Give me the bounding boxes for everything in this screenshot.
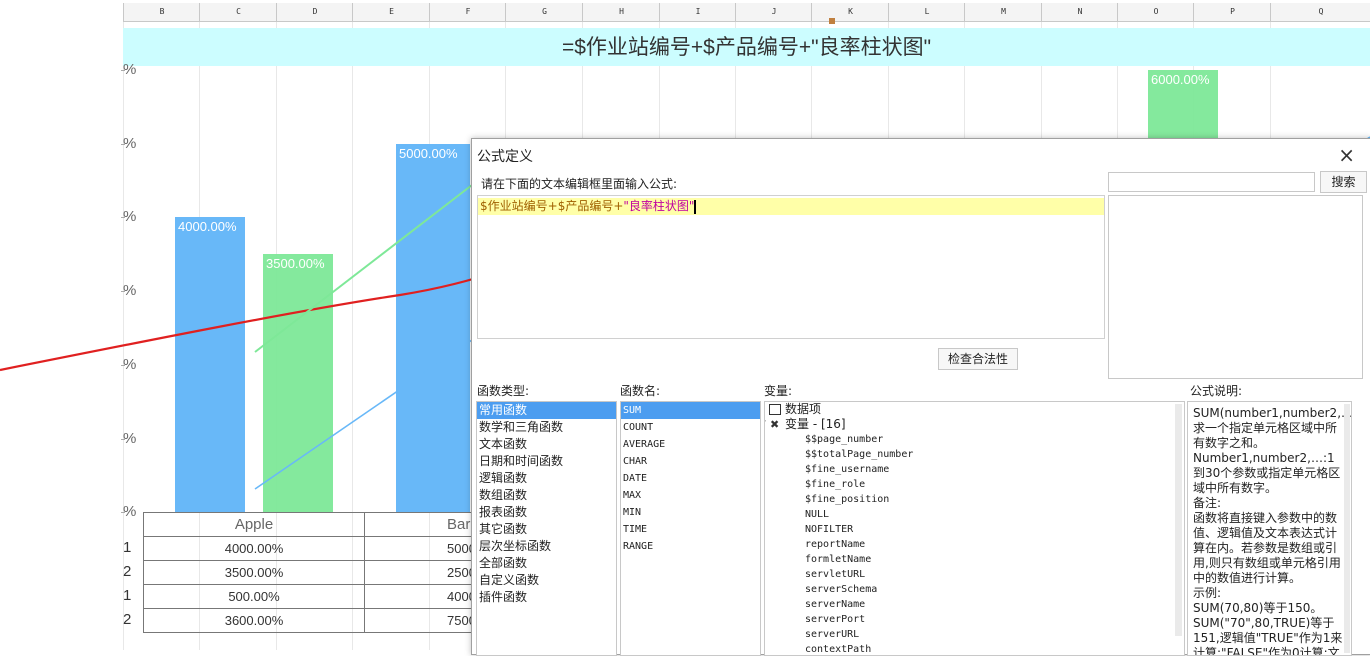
formula-description-label: 公式说明:	[1190, 384, 1243, 398]
variable-scrollbar[interactable]	[1175, 404, 1182, 636]
formula-variable: $产品编号	[557, 199, 614, 213]
variable-item[interactable]: serverSchema	[765, 582, 1184, 597]
expand-arrow-icon[interactable]: ▼	[765, 417, 766, 432]
table-cell[interactable]: 4000.00%	[143, 536, 365, 561]
function-name-label: 函数名:	[620, 384, 661, 398]
table-cell[interactable]: 500.00%	[143, 584, 365, 609]
function-name-list[interactable]: SUM COUNT AVERAGE CHAR DATE MAX MIN TIME RANGE	[620, 401, 761, 656]
function-type-item[interactable]: 逻辑函数	[477, 470, 616, 487]
function-type-item[interactable]: 自定义函数	[477, 572, 616, 589]
formula-string: "良率柱状图"	[623, 199, 695, 213]
variable-item[interactable]: NOFILTER	[765, 522, 1184, 537]
function-name-item[interactable]: CHAR	[621, 453, 760, 470]
variable-item[interactable]: contextPath	[765, 642, 1184, 655]
description-scrollbar[interactable]	[1344, 404, 1350, 653]
table-icon	[769, 404, 781, 415]
table-row-label: 2	[123, 611, 132, 628]
variable-item[interactable]: $$totalPage_number	[765, 447, 1184, 462]
tree-node-label: 数据项	[785, 402, 822, 416]
description-line: SUM("70",80,TRUE)等于151,逻辑值"TRUE"作为1来计算;"…	[1193, 616, 1343, 656]
function-type-item[interactable]: 报表函数	[477, 504, 616, 521]
description-line: SUM(number1,number2,…):求一个指定单元格区域中所有数字之和…	[1193, 406, 1352, 450]
dialog-title: 公式定义	[477, 149, 533, 165]
variable-group-icon: ✖	[770, 418, 780, 431]
formula-variable: $作业站编号	[480, 199, 548, 213]
formula-definition-dialog: 公式定义 × 请在下面的文本编辑框里面输入公式: $作业站编号+$产品编号+"良…	[471, 138, 1370, 656]
function-type-item[interactable]: 文本函数	[477, 436, 616, 453]
function-search-input[interactable]	[1108, 172, 1315, 192]
variable-item[interactable]: serverPort	[765, 612, 1184, 627]
table-header-cell: Apple	[143, 512, 365, 537]
function-type-item[interactable]: 常用函数	[477, 402, 616, 419]
function-name-item[interactable]: MAX	[621, 487, 760, 504]
variable-item[interactable]: formletName	[765, 552, 1184, 567]
description-line: 示例:	[1193, 586, 1222, 600]
search-button[interactable]: 搜索	[1320, 171, 1367, 193]
function-type-item[interactable]: 数组函数	[477, 487, 616, 504]
formula-prompt-label: 请在下面的文本编辑框里面输入公式:	[481, 177, 678, 191]
formula-description-box: SUM(number1,number2,…):求一个指定单元格区域中所有数字之和…	[1187, 401, 1352, 656]
formula-operator: +	[613, 199, 624, 213]
function-name-item[interactable]: SUM	[621, 402, 760, 419]
variable-item[interactable]: reportName	[765, 537, 1184, 552]
tree-node-data-items[interactable]: 数据项	[765, 402, 1184, 417]
function-name-item[interactable]: COUNT	[621, 419, 760, 436]
variable-item[interactable]: servletURL	[765, 567, 1184, 582]
table-row-label: 1	[123, 587, 132, 604]
variable-item[interactable]: $fine_role	[765, 477, 1184, 492]
variable-item[interactable]: $$page_number	[765, 432, 1184, 447]
text-cursor	[694, 199, 697, 214]
formula-operator: +	[547, 199, 558, 213]
function-type-item[interactable]: 其它函数	[477, 521, 616, 538]
function-type-item[interactable]: 全部函数	[477, 555, 616, 572]
description-line: SUM(70,80)等于150。	[1193, 601, 1323, 615]
description-line: 函数将直接键入参数中的数值、逻辑值及文本表达式计算在内。若参数是数组或引用,则只…	[1193, 511, 1341, 585]
description-line: Number1,number2,…:1到30个参数或指定单元格区域中所有数字。	[1193, 451, 1341, 495]
function-name-item[interactable]: AVERAGE	[621, 436, 760, 453]
function-name-item[interactable]: RANGE	[621, 538, 760, 555]
function-name-item[interactable]: DATE	[621, 470, 760, 487]
function-type-label: 函数类型:	[477, 384, 530, 398]
tree-node-variables[interactable]: ▼ ✖ 变量 - [16]	[765, 417, 1184, 432]
variable-item[interactable]: $fine_position	[765, 492, 1184, 507]
function-type-item[interactable]: 插件函数	[477, 589, 616, 606]
variable-item[interactable]: NULL	[765, 507, 1184, 522]
tree-node-label: 变量 - [16]	[785, 417, 846, 431]
description-line: 备注:	[1193, 496, 1222, 510]
series-line-green	[254, 184, 473, 353]
close-icon[interactable]: ×	[1338, 143, 1355, 167]
table-cell[interactable]: 3600.00%	[143, 608, 365, 633]
variable-item[interactable]: $fine_username	[765, 462, 1184, 477]
check-validity-button[interactable]: 检查合法性	[938, 348, 1018, 370]
variable-item[interactable]: serverName	[765, 597, 1184, 612]
variable-item[interactable]: serverURL	[765, 627, 1184, 642]
variable-tree[interactable]: 数据项 ▼ ✖ 变量 - [16] $$page_number$$totalPa…	[764, 401, 1185, 656]
variable-label: 变量:	[764, 384, 793, 398]
formula-editor[interactable]: $作业站编号+$产品编号+"良率柱状图"	[477, 195, 1105, 339]
table-row-label: 2	[123, 563, 132, 580]
function-type-item[interactable]: 日期和时间函数	[477, 453, 616, 470]
function-name-item[interactable]: MIN	[621, 504, 760, 521]
function-type-item[interactable]: 数学和三角函数	[477, 419, 616, 436]
series-line-blue	[254, 339, 473, 490]
function-name-item[interactable]: TIME	[621, 521, 760, 538]
table-row-label: 1	[123, 539, 132, 556]
function-type-item[interactable]: 层次坐标函数	[477, 538, 616, 555]
formula-line[interactable]: $作业站编号+$产品编号+"良率柱状图"	[478, 198, 1104, 215]
table-cell[interactable]: 3500.00%	[143, 560, 365, 585]
search-results-box[interactable]	[1108, 195, 1363, 379]
function-type-list[interactable]: 常用函数 数学和三角函数 文本函数 日期和时间函数 逻辑函数 数组函数 报表函数 其它函数 层次…	[476, 401, 617, 656]
